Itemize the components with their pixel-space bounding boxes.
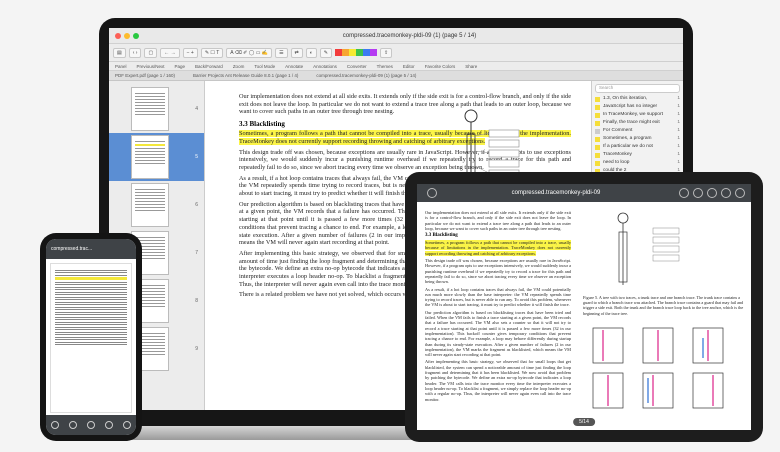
more-icon[interactable] <box>735 188 745 198</box>
annotate-icon[interactable] <box>87 421 95 429</box>
doc-paragraph: Our prediction algorithm is based on bla… <box>425 309 571 358</box>
tool-mode-button[interactable]: ✎ ☐ T <box>200 47 224 58</box>
iphone-doc-title: compressed.trac... <box>51 246 93 252</box>
search-icon[interactable] <box>679 188 689 198</box>
thumbnail-number: 4 <box>195 106 198 112</box>
ipad-figure-column: Figure 5. A tree with two traces, a trun… <box>583 202 745 430</box>
back-icon[interactable] <box>427 188 437 198</box>
panel-button[interactable]: ▤ <box>113 47 126 58</box>
toolbar-label: Favorite Colors <box>424 63 456 69</box>
toolbar-labels: Panel Previous/Next Page Back/Forward Zo… <box>109 62 683 71</box>
annotation-item[interactable]: Sometimes, a program 1 <box>595 136 680 142</box>
back-forward-button[interactable]: ← → <box>160 47 180 58</box>
toolbar-label: Zoom <box>232 63 245 69</box>
toolbar-label: Themes <box>376 63 393 69</box>
page-button[interactable]: ▢ <box>144 47 158 58</box>
prev-next-button[interactable]: ‹ › <box>128 47 142 58</box>
annotation-search-input[interactable]: Search <box>595 84 680 93</box>
share-button[interactable]: ⇪ <box>379 47 393 58</box>
thumbnail-number: 7 <box>195 250 198 256</box>
tab-pdf-expert[interactable]: PDF Expert.pdf (page 1 / 160) <box>115 73 175 78</box>
ipad-device: compressed.tracemonkey-pldi-09 Our imple… <box>405 172 763 442</box>
favorite-colors[interactable] <box>334 49 377 56</box>
toolbar-label: Previous/Next <box>136 63 165 69</box>
toolbar-label: Converter <box>346 63 367 69</box>
window-title: compressed.tracemonkey-pldi-09 (1) (page… <box>342 32 477 39</box>
main-toolbar: ▤ ‹ › ▢ ← → − + ✎ ☐ T A ⌫ ✐ ◯ ▭ ✍ ☰ ⇄ ◐ … <box>109 44 683 62</box>
annotate-icon[interactable] <box>707 188 717 198</box>
annotations-button[interactable]: ☰ <box>275 47 288 58</box>
toolbar-label: Editor <box>402 63 415 69</box>
iphone-device: compressed.trac... <box>40 233 142 441</box>
document-tabs: PDF Expert.pdf (page 1 / 160) Barrier Pr… <box>109 71 683 81</box>
zoom-window-button[interactable] <box>133 32 139 39</box>
themes-button[interactable]: ◐ <box>305 47 317 58</box>
annotation-item[interactable]: Finally, the trace might exit 1 <box>595 120 680 126</box>
toolbar-label: Share <box>465 63 478 69</box>
ipad-screen: compressed.tracemonkey-pldi-09 Our imple… <box>417 184 751 430</box>
toolbar-label: Back/Forward <box>195 63 223 69</box>
annotation-item[interactable]: If a particular we do not 1 <box>595 144 680 150</box>
share-icon[interactable] <box>721 188 731 198</box>
iphone-bottom-bar <box>46 415 136 435</box>
doc-paragraph: This design trade off was chosen, becaus… <box>425 258 571 285</box>
toolbar-label: Tool Mode <box>254 63 276 69</box>
search-icon[interactable] <box>69 421 77 429</box>
doc-paragraph: Our implementation does not extend at al… <box>425 210 571 231</box>
share-icon[interactable] <box>105 421 113 429</box>
doc-heading: 3.3 Blacklisting <box>425 233 458 239</box>
annotation-item[interactable]: need to loop 1 <box>595 160 680 166</box>
zoom-button[interactable]: − + <box>182 47 198 58</box>
minimize-window-button[interactable] <box>124 32 130 39</box>
toolbar-label: Panel <box>115 63 127 69</box>
thumbnail-number: 5 <box>195 154 198 160</box>
toolbar-label: Annotations <box>313 63 337 69</box>
editor-button[interactable]: ✎ <box>319 47 332 58</box>
iphone-document-page[interactable] <box>50 263 132 413</box>
ipad-trace-figures <box>592 327 724 409</box>
ipad-doc-title: compressed.tracemonkey-pldi-09 <box>511 190 601 196</box>
thumbnail-number: 9 <box>195 346 198 352</box>
annotation-item[interactable]: JavaScript has no integer 1 <box>595 104 680 110</box>
doc-paragraph: After implementing this basic strategy, … <box>425 359 571 402</box>
stage: compressed.tracemonkey-pldi-09 (1) (page… <box>0 0 780 452</box>
page-indicator: 5/14 <box>573 418 595 426</box>
doc-paragraph: As a result, if a hot loop contains trac… <box>425 286 571 308</box>
close-window-button[interactable] <box>115 32 121 39</box>
highlighted-text[interactable]: Sometimes, a program follows a path that… <box>425 240 571 256</box>
bookmark-icon[interactable] <box>693 188 703 198</box>
converter-button[interactable]: ⇄ <box>290 47 303 58</box>
more-icon[interactable] <box>123 421 131 429</box>
annotate-button[interactable]: A ⌫ ✐ ◯ ▭ ✍ <box>226 47 273 58</box>
annotation-item[interactable]: For Comment 1 <box>595 128 680 134</box>
thumbnail-item-selected[interactable]: 5 <box>109 133 204 181</box>
figure-caption: Figure 5. A tree with two traces, a trun… <box>583 295 744 316</box>
thumbnail-item[interactable]: 4 <box>109 85 204 133</box>
iphone-screen: compressed.trac... <box>46 239 136 435</box>
iphone-toolbar: compressed.trac... <box>46 239 136 259</box>
thumbnail-number: 6 <box>195 202 198 208</box>
toolbar-label: Annotate <box>285 63 304 69</box>
ipad-toolbar: compressed.tracemonkey-pldi-09 <box>417 184 751 202</box>
annotation-item[interactable]: In TraceMonkey, we support 1 <box>595 112 680 118</box>
bookmark-icon[interactable] <box>51 421 59 429</box>
tab-tracemonkey[interactable]: compressed.tracemonkey-pldi-09 (1) (page… <box>316 73 416 78</box>
thumbnail-number: 8 <box>195 298 198 304</box>
thumbnail-item[interactable]: 6 <box>109 181 204 229</box>
window-titlebar: compressed.tracemonkey-pldi-09 (1) (page… <box>109 28 683 44</box>
ipad-tree-diagram <box>617 212 680 285</box>
annotation-item[interactable]: TraceMonkey 1 <box>595 152 680 158</box>
annotation-item[interactable]: 1.3, On this iteration, 1 <box>595 96 680 102</box>
toolbar-label: Page <box>174 63 186 69</box>
tab-barrier-projects[interactable]: Barrier Projects Ant Release Guide 8.0.1… <box>193 73 298 78</box>
ipad-document-page[interactable]: Our implementation does not extend at al… <box>417 202 577 430</box>
